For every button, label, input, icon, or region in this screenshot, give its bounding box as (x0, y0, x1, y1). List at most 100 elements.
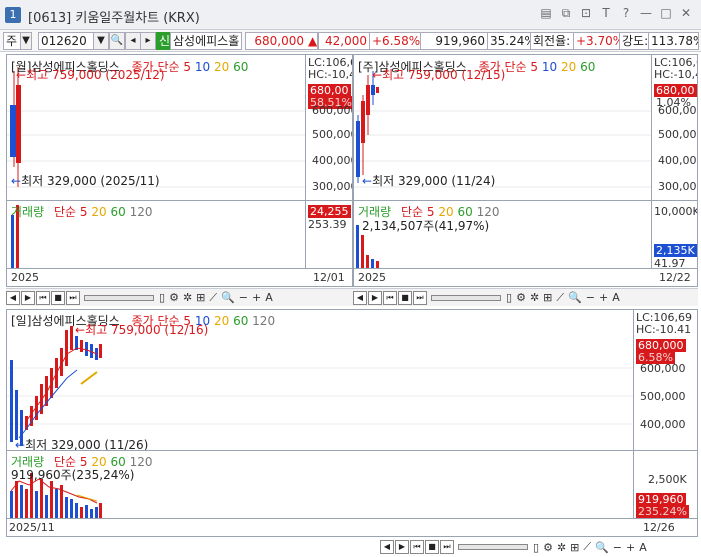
scroll-right-icon[interactable]: ▶ (368, 290, 382, 305)
daily-vol-bar (85, 505, 88, 518)
turnover-label: 회전율: (530, 32, 574, 50)
zoom-slider[interactable] (431, 294, 501, 301)
gear-icon[interactable]: ✲ (530, 291, 539, 304)
settings-icon[interactable]: ⚙ (516, 291, 526, 304)
weekly-tick: 500,000 (658, 128, 697, 141)
weekly-candle-5 (376, 87, 379, 93)
line-icon[interactable]: ⟋ (209, 291, 217, 305)
line-icon[interactable]: ⟋ (556, 291, 564, 305)
zoom-in-icon[interactable]: + (626, 541, 635, 554)
weekly-date-end: 12/22 (659, 271, 691, 284)
weekly-ma10: 10 (541, 60, 558, 74)
rewind-icon[interactable]: ⏮ (410, 540, 424, 554)
weekly-volume-axis: 10,000K 2,135K 41.97 (651, 201, 697, 270)
next-icon[interactable]: ▸ (140, 32, 156, 50)
daily-vol-bar (95, 507, 98, 518)
daily-vol-bar (25, 489, 28, 518)
zoom-in-icon[interactable]: + (599, 291, 608, 304)
market-dropdown-icon[interactable]: ▼ (20, 32, 32, 50)
bar-icon[interactable]: ▯ (506, 291, 512, 304)
monthly-vol-ma120: 120 (129, 205, 153, 219)
stop-icon[interactable]: ■ (398, 290, 412, 305)
line-icon[interactable]: ⟋ (583, 540, 591, 554)
zoom-icon[interactable]: 🔍 (568, 291, 582, 304)
zoom-icon[interactable]: 🔍 (221, 291, 235, 304)
scroll-left-icon[interactable]: ◀ (6, 290, 20, 305)
monthly-controls: ◀ ▶ ⏮ ■ ⏭ ▯ ⚙ ✲ ⊞ ⟋ 🔍 − + A (6, 288, 353, 306)
rewind-icon[interactable]: ⏮ (383, 290, 397, 305)
strength-label: 강도: (619, 32, 649, 50)
prev-icon[interactable]: ◂ (125, 32, 141, 50)
monthly-hc: HC:-10,4 (308, 68, 353, 81)
gear-icon[interactable]: ✲ (183, 291, 192, 304)
search-icon[interactable]: 🔍 (109, 32, 125, 50)
bar-icon[interactable]: ▯ (159, 291, 165, 304)
daily-candle (10, 360, 13, 442)
chart-type-icon[interactable]: ⊞ (543, 291, 552, 304)
zoom-out-icon[interactable]: − (239, 291, 248, 304)
maximize-icon[interactable]: □ (659, 6, 673, 20)
daily-date-start: 2025/11 (9, 521, 55, 534)
bar-icon[interactable]: ▯ (533, 541, 539, 554)
monthly-date-start: 2025 (11, 271, 39, 284)
restore-layout-icon[interactable]: ⧉ (559, 6, 573, 20)
font-icon[interactable]: A (612, 291, 620, 304)
weekly-tick: 300,000 (658, 180, 697, 193)
scroll-right-icon[interactable]: ▶ (21, 290, 35, 305)
zoom-slider[interactable] (84, 294, 154, 301)
code-input[interactable]: 012620 (38, 32, 94, 50)
pin-icon[interactable]: ⊡ (579, 6, 593, 20)
monthly-tick: 300,000 (312, 180, 353, 193)
daily-vol-bar (65, 497, 68, 518)
zoom-in-icon[interactable]: + (252, 291, 261, 304)
weekly-vol-bar-1 (356, 225, 359, 268)
grid-icon[interactable]: ▤ (539, 6, 553, 20)
text-tool-icon[interactable]: T (599, 6, 613, 20)
chart-type-icon[interactable]: ⊞ (196, 291, 205, 304)
stop-icon[interactable]: ■ (51, 290, 65, 305)
daily-candle (99, 344, 102, 358)
font-icon[interactable]: A (265, 291, 273, 304)
monthly-vol-tag: 24,255 (308, 205, 351, 218)
scroll-left-icon[interactable]: ◀ (380, 540, 394, 554)
rewind-icon[interactable]: ⏮ (36, 290, 50, 305)
daily-controls: ◀ ▶ ⏮ ■ ⏭ ▯ ⚙ ✲ ⊞ ⟋ 🔍 − + A (380, 538, 698, 556)
daily-ma20-line (80, 371, 98, 385)
font-icon[interactable]: A (639, 541, 647, 554)
new-badge: 신 (156, 32, 170, 50)
help-icon[interactable]: ? (619, 6, 633, 20)
zoom-slider[interactable] (458, 544, 528, 550)
gear-icon[interactable]: ✲ (557, 541, 566, 554)
daily-candle (70, 326, 73, 350)
weekly-vol-bar-5 (376, 261, 379, 268)
daily-vol-bar (99, 503, 102, 518)
daily-ma20: 20 (213, 314, 230, 328)
monthly-tick: 500,000 (312, 128, 353, 141)
fast-forward-icon[interactable]: ⏭ (440, 540, 454, 554)
daily-candle (80, 340, 83, 352)
weekly-price-axis: LC:106,6 HC:-10,4 680,00 1.04% 600,000 5… (651, 55, 697, 200)
daily-vol-tick: 2,500K (648, 473, 687, 486)
fast-forward-icon[interactable]: ⏭ (66, 290, 80, 305)
daily-tick: 500,000 (640, 390, 686, 403)
scroll-right-icon[interactable]: ▶ (395, 540, 409, 554)
stop-icon[interactable]: ■ (425, 540, 439, 554)
weekly-vol-bar-4 (371, 259, 374, 268)
zoom-out-icon[interactable]: − (586, 291, 595, 304)
code-dropdown-icon[interactable]: ▼ (93, 32, 109, 50)
weekly-vol-bar-2 (361, 235, 364, 268)
close-icon[interactable]: ✕ (679, 6, 693, 20)
weekly-controls: ◀ ▶ ⏮ ■ ⏭ ▯ ⚙ ✲ ⊞ ⟋ 🔍 − + A (353, 288, 698, 306)
market-select[interactable]: 주 (3, 32, 21, 50)
fast-forward-icon[interactable]: ⏭ (413, 290, 427, 305)
monthly-tick: 400,000 (312, 154, 353, 167)
weekly-high-label: ←최고 759,000 (12/15) (372, 68, 506, 82)
chart-type-icon[interactable]: ⊞ (570, 541, 579, 554)
settings-icon[interactable]: ⚙ (169, 291, 179, 304)
monthly-high-label: ←최고 759,000 (2025/12) (16, 68, 165, 82)
zoom-out-icon[interactable]: − (613, 541, 622, 554)
minimize-icon[interactable]: — (639, 6, 653, 20)
zoom-icon[interactable]: 🔍 (595, 541, 609, 554)
settings-icon[interactable]: ⚙ (543, 541, 553, 554)
scroll-left-icon[interactable]: ◀ (353, 290, 367, 305)
